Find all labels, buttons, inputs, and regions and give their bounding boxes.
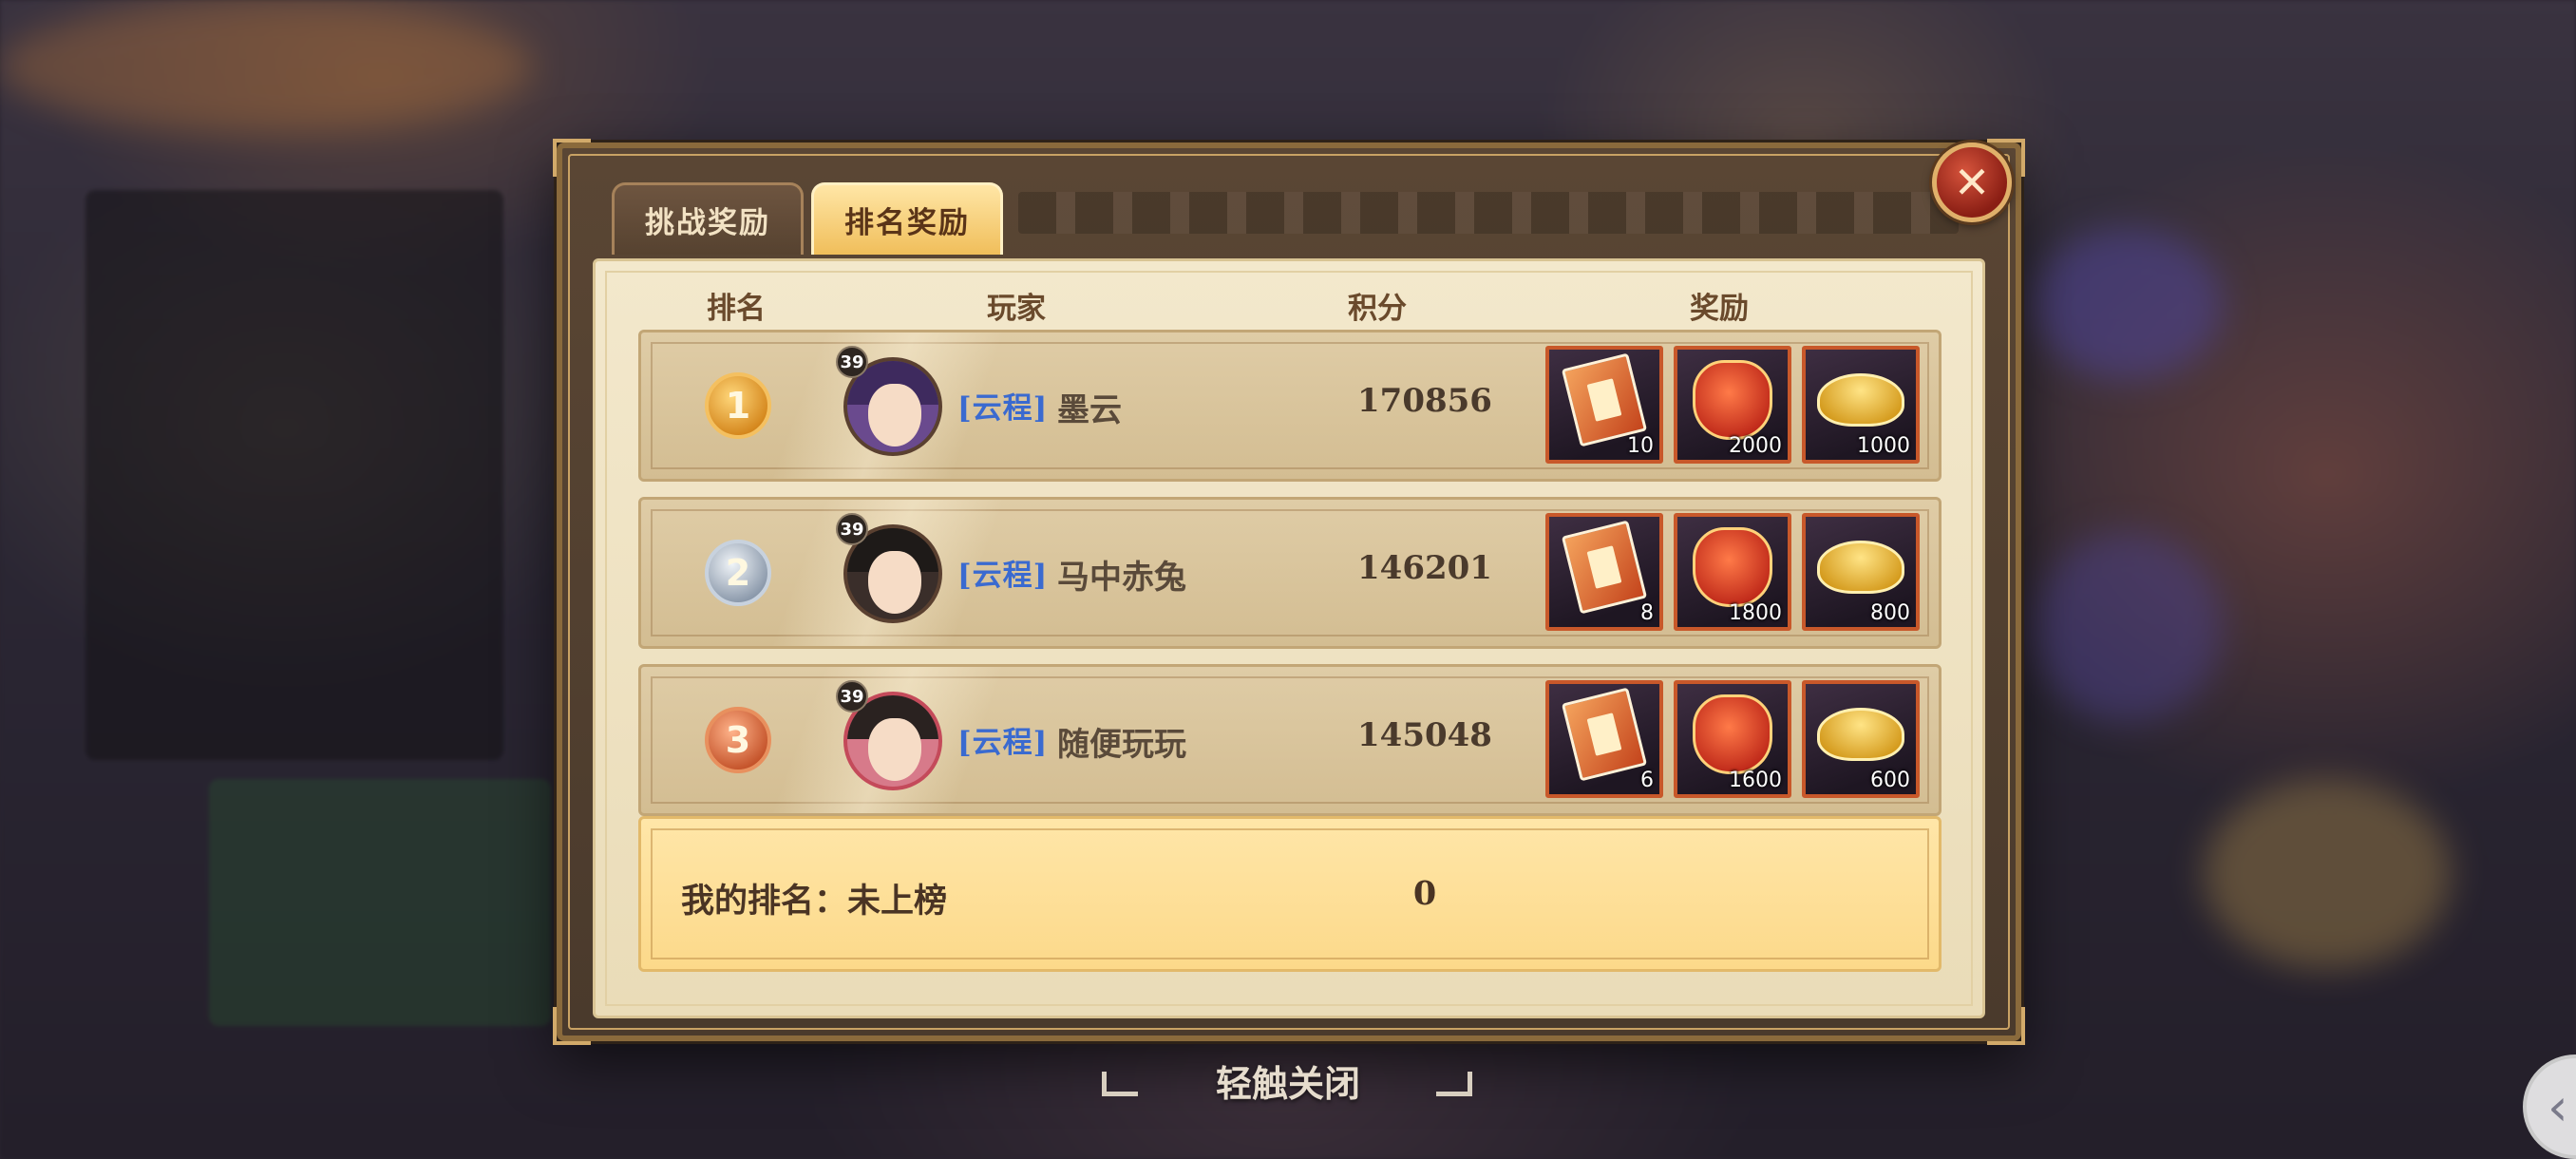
player-name: 随便玩玩 <box>1057 726 1186 764</box>
guild-tag: [云程] <box>957 559 1049 593</box>
player-level-badge: 39 <box>836 346 868 378</box>
book-icon <box>1561 687 1648 782</box>
reward-quantity: 800 <box>1870 601 1910 625</box>
background-blob <box>2204 779 2451 969</box>
red-pouch-icon <box>1693 360 1772 441</box>
tab-challenge-reward[interactable]: 挑战奖励 <box>612 182 804 255</box>
red-pouch-icon <box>1693 694 1772 775</box>
book-icon <box>1561 520 1648 615</box>
ranking-panel: 排名 玩家 积分 奖励 1 39 [云程] 墨云 170856 10 2000 … <box>593 258 1985 1018</box>
reward-item[interactable]: 2000 <box>1674 346 1791 464</box>
rank-medal-icon: 1 <box>705 372 771 439</box>
guild-tag: [云程] <box>957 391 1049 426</box>
frame-corner <box>553 139 591 177</box>
gold-ingot-icon <box>1817 373 1904 428</box>
header-pattern <box>1018 192 1959 234</box>
reward-quantity: 2000 <box>1729 434 1782 458</box>
chevron-left-icon: ‹ <box>2548 1076 2568 1137</box>
background-blob <box>0 0 532 133</box>
reward-item[interactable]: 6 <box>1545 680 1663 798</box>
reward-item[interactable]: 800 <box>1802 513 1920 631</box>
reward-item[interactable]: 1000 <box>1802 346 1920 464</box>
player-level-badge: 39 <box>836 513 868 545</box>
background-blob <box>2033 532 2223 722</box>
ranking-row: 2 39 [云程] 马中赤兔 146201 8 1800 800 <box>638 497 1941 649</box>
header-player: 玩家 <box>987 292 1046 326</box>
tap-to-close-hint[interactable]: 轻触关闭 <box>0 1054 2576 1107</box>
book-icon <box>1561 352 1648 447</box>
reward-quantity: 1600 <box>1729 769 1782 792</box>
right-ornament-icon <box>1436 1072 1472 1096</box>
reward-quantity: 600 <box>1870 769 1910 792</box>
frame-corner <box>1987 1007 2025 1045</box>
player-name: 墨云 <box>1057 391 1122 429</box>
reward-item[interactable]: 1600 <box>1674 680 1791 798</box>
background-panel <box>85 190 503 760</box>
red-pouch-icon <box>1693 527 1772 608</box>
player-level-badge: 39 <box>836 680 868 712</box>
guild-tag: [云程] <box>957 726 1049 760</box>
player-name: 马中赤兔 <box>1057 559 1186 597</box>
reward-item[interactable]: 8 <box>1545 513 1663 631</box>
rank-medal-icon: 3 <box>705 707 771 773</box>
tab-ranking-reward[interactable]: 排名奖励 <box>811 182 1003 255</box>
header-reward: 奖励 <box>1690 292 1749 326</box>
gold-ingot-icon <box>1817 708 1904 762</box>
ranking-reward-dialog: 挑战奖励 排名奖励 ✕ 排名 玩家 积分 奖励 1 39 [云程] 墨云 170… <box>553 139 2025 1045</box>
reward-item[interactable]: 600 <box>1802 680 1920 798</box>
reward-quantity: 6 <box>1640 769 1654 792</box>
frame-corner <box>553 1007 591 1045</box>
reward-quantity: 1800 <box>1729 601 1782 625</box>
header-score: 积分 <box>1348 292 1407 326</box>
reward-quantity: 10 <box>1627 434 1654 458</box>
gold-ingot-icon <box>1817 541 1904 595</box>
my-rank-score: 0 <box>1412 874 1437 913</box>
my-rank-label: 我的排名：未上榜 <box>681 882 948 921</box>
reward-quantity: 1000 <box>1857 434 1910 458</box>
player-score: 146201 <box>1357 549 1492 587</box>
reward-quantity: 8 <box>1640 601 1654 625</box>
background-blob <box>2033 228 2223 380</box>
header-rank: 排名 <box>707 292 766 326</box>
reward-item[interactable]: 10 <box>1545 346 1663 464</box>
my-rank-row: 我的排名：未上榜 0 <box>638 816 1941 972</box>
rank-medal-icon: 2 <box>705 540 771 606</box>
player-score: 145048 <box>1357 716 1492 754</box>
reward-item[interactable]: 1800 <box>1674 513 1791 631</box>
ranking-row: 1 39 [云程] 墨云 170856 10 2000 1000 <box>638 330 1941 482</box>
player-score: 170856 <box>1357 382 1492 420</box>
close-button[interactable]: ✕ <box>1932 142 2012 222</box>
ranking-row: 3 39 [云程] 随便玩玩 145048 6 1600 600 <box>638 664 1941 816</box>
close-icon: ✕ <box>1953 157 1991 208</box>
background-panel <box>209 779 551 1026</box>
